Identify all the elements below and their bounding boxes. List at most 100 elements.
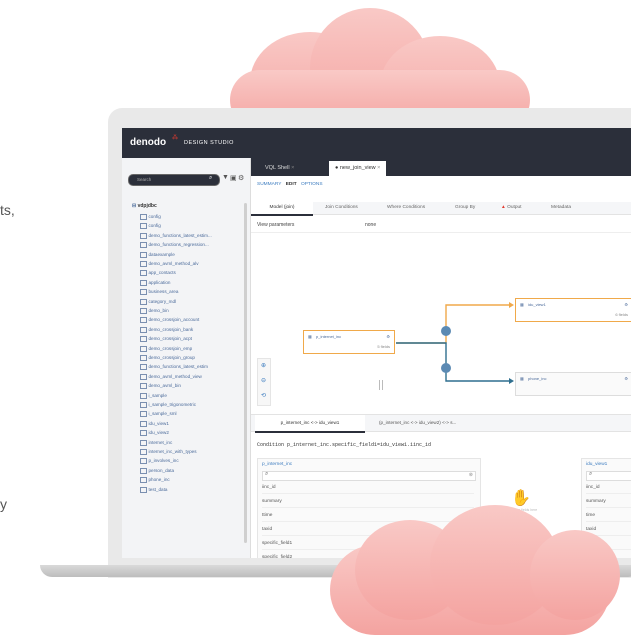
- table-icon: [140, 383, 147, 390]
- search-input[interactable]: Search ⌕: [128, 174, 220, 186]
- tree-item[interactable]: demo_crossjoin_emp: [140, 345, 192, 352]
- table-icon: [140, 298, 147, 305]
- tree-root[interactable]: ⊟ vdpjdbc: [132, 203, 157, 209]
- table-icon: [140, 392, 147, 399]
- close-icon[interactable]: ×: [291, 165, 294, 171]
- tree-item[interactable]: dataexample: [140, 251, 175, 258]
- right-field-search[interactable]: ⌕: [586, 471, 631, 481]
- table-icon: [140, 449, 147, 455]
- gear-icon[interactable]: ⚙: [624, 376, 628, 381]
- table-icon: [140, 326, 147, 333]
- tree-item[interactable]: application: [140, 279, 170, 286]
- zoom-out-icon[interactable]: ⊖: [261, 377, 266, 384]
- search-icon: ⌕: [209, 175, 213, 181]
- tree-item[interactable]: config: [140, 223, 161, 230]
- mode-options[interactable]: OPTIONS: [301, 182, 323, 187]
- field-row[interactable]: iinc_id: [262, 485, 474, 494]
- tree-item[interactable]: demo_crossjoin_bank: [140, 326, 193, 333]
- tree-item[interactable]: demo_avml_method_alv: [140, 261, 199, 267]
- app-screen: denodo ⁂ DESIGN STUDIO Search ⌕ ▼ ▣ ⚙ ⊟ …: [122, 128, 631, 558]
- tree-item[interactable]: app_contacts: [140, 270, 176, 277]
- node-right-top[interactable]: ▦ idu_view1 ⚙ 6 fields: [515, 298, 631, 322]
- table-icon: [140, 402, 147, 408]
- arrow-head-top: [509, 302, 514, 308]
- tree-item[interactable]: internet_inc_with_types: [140, 449, 197, 455]
- table-icon: [140, 430, 147, 437]
- tab-bar: VQL Shell × ● new_join_view ×: [251, 158, 631, 176]
- tree-item[interactable]: demo_functions_latest_estim...: [140, 232, 212, 239]
- settings-icon[interactable]: ⚙: [238, 174, 244, 182]
- search-icon: ⌕: [265, 471, 269, 477]
- field-row[interactable]: time: [586, 513, 631, 522]
- table-icon: [140, 317, 147, 324]
- left-panel-title: p_internet_inc: [262, 462, 293, 467]
- clear-icon[interactable]: ⊗: [469, 472, 473, 478]
- field-row[interactable]: ttime: [262, 513, 474, 522]
- field-row[interactable]: summary: [262, 499, 474, 508]
- sidebar-scrollbar[interactable]: [244, 203, 247, 543]
- fit-icon[interactable]: ⟲: [261, 392, 266, 399]
- brand-logo: denodo: [130, 137, 167, 148]
- join-tab-2[interactable]: (p_internet_inc <-> idu_view2) <-> s...: [379, 415, 519, 431]
- subtab-metadata[interactable]: Metadata: [551, 202, 571, 214]
- tree-item[interactable]: category_mdl: [140, 298, 176, 305]
- field-row[interactable]: iinc_id: [586, 485, 631, 494]
- app-topbar: denodo ⁂ DESIGN STUDIO: [122, 128, 631, 158]
- tree-item[interactable]: i_sample: [140, 392, 167, 399]
- tree-item[interactable]: idu_view2: [140, 430, 169, 437]
- join-tab-1[interactable]: p_internet_inc <-> idu_view1: [255, 415, 365, 433]
- gear-icon[interactable]: ⚙: [624, 302, 628, 307]
- zoom-in-icon[interactable]: ⊕: [261, 362, 266, 369]
- field-row[interactable]: summary: [586, 499, 631, 508]
- mode-edit[interactable]: EDIT: [286, 182, 297, 187]
- condition-text: Condition p_internet_inc.specific_field1…: [257, 442, 432, 448]
- subtab-group-by[interactable]: Group By: [455, 202, 475, 214]
- subtab-join-conditions[interactable]: Join Conditions: [325, 202, 358, 214]
- subtab-bar: Model (join) Join Conditions Where Condi…: [251, 202, 631, 216]
- tree-item[interactable]: test_data: [140, 486, 167, 493]
- table-icon: ▦: [520, 376, 524, 381]
- tab-vql-shell[interactable]: VQL Shell ×: [259, 161, 300, 176]
- tree-item[interactable]: person_data: [140, 467, 174, 474]
- tree-item[interactable]: demo_avml_bin: [140, 383, 181, 390]
- tree-item[interactable]: demo_bin: [140, 308, 169, 314]
- table-icon: [140, 223, 147, 230]
- tree-item[interactable]: demo_crossjoin_acpt: [140, 336, 192, 343]
- table-icon: [140, 355, 147, 361]
- mode-summary[interactable]: SUMMARY: [257, 182, 281, 187]
- node-right-bottom[interactable]: ▦ phone_inc ⚙: [515, 372, 631, 396]
- tree-item[interactable]: i_sample_trigonometric: [140, 402, 196, 408]
- tree-item[interactable]: p_involves_inc: [140, 458, 179, 465]
- tree-item[interactable]: business_area: [140, 289, 178, 296]
- close-icon[interactable]: ×: [377, 165, 380, 171]
- tab-new-join-view[interactable]: ● new_join_view ×: [329, 161, 387, 176]
- refresh-icon[interactable]: ▣: [230, 174, 237, 182]
- node-left[interactable]: ▦ p_internet_inc ⚙ 5 fields: [303, 330, 395, 354]
- table-icon: [140, 458, 147, 465]
- subtab-where-conditions[interactable]: Where Conditions: [387, 202, 425, 214]
- table-icon: [140, 373, 147, 380]
- table-icon: [140, 308, 147, 314]
- table-icon: [140, 486, 147, 493]
- gear-icon[interactable]: ⚙: [386, 334, 390, 339]
- filter-icon[interactable]: ▼: [222, 174, 229, 181]
- tree-item[interactable]: config: [140, 214, 161, 220]
- table-icon: [140, 336, 147, 343]
- tree-item[interactable]: demo_crossjoin_account: [140, 317, 199, 324]
- hand-icon: ✋: [511, 490, 531, 507]
- side-text-line2: y: [0, 496, 7, 512]
- subtab-output[interactable]: ▲ Output: [501, 202, 522, 214]
- tree-item[interactable]: idu_view1: [140, 420, 169, 427]
- join-edge-top: [396, 304, 509, 344]
- table-icon: [140, 242, 147, 249]
- tree-item[interactable]: demo_crossjoin_group: [140, 355, 195, 361]
- tree-item[interactable]: demo_functions_latest_estim: [140, 364, 208, 371]
- resize-handle[interactable]: [379, 380, 383, 390]
- left-field-search[interactable]: ⌕ ⊗: [262, 471, 476, 481]
- tree-item[interactable]: demo_avml_method_view: [140, 373, 202, 380]
- tree-item[interactable]: internet_inc: [140, 439, 172, 446]
- tree-item[interactable]: demo_functions_regression...: [140, 242, 209, 249]
- subtab-model[interactable]: Model (join): [251, 202, 313, 216]
- tree-item[interactable]: phone_inc: [140, 477, 170, 484]
- tree-item[interactable]: i_sample_sml: [140, 411, 177, 418]
